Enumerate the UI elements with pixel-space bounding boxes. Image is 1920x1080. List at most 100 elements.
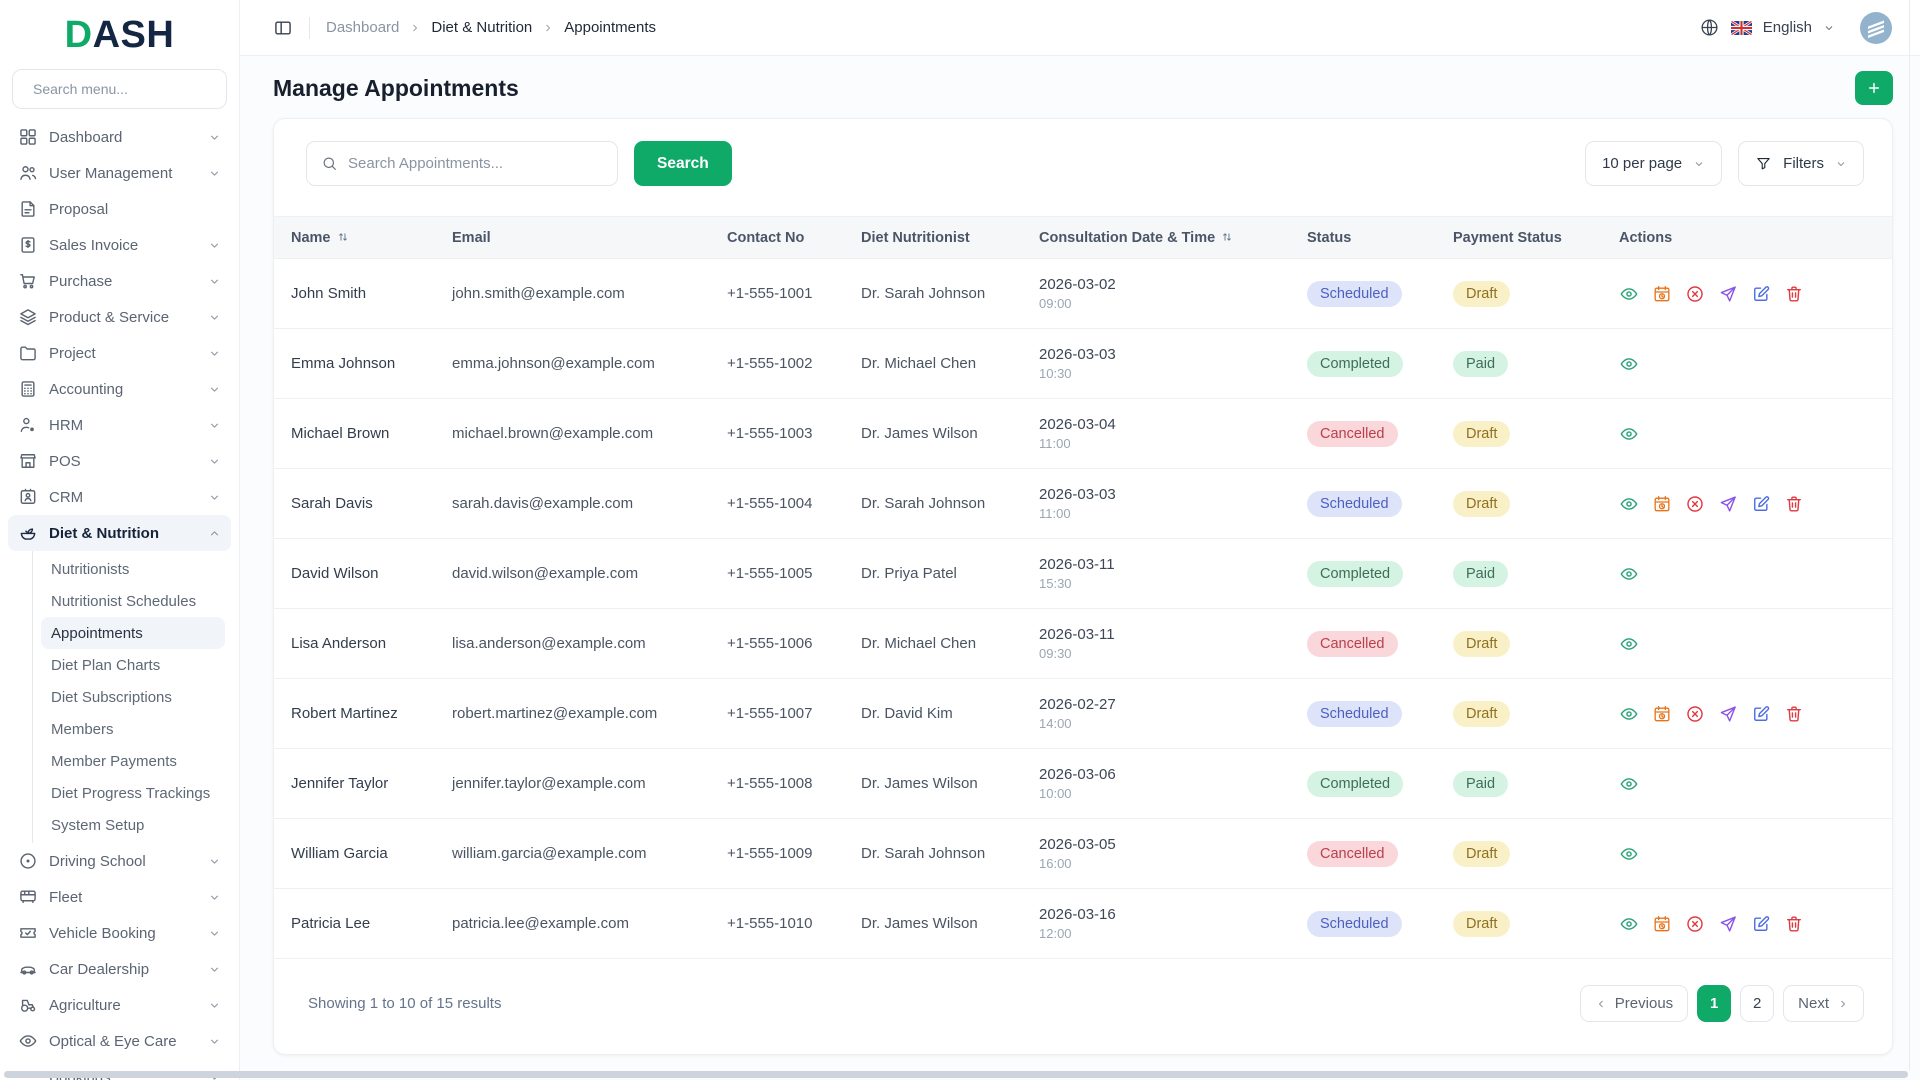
proposal-icon [18, 199, 38, 219]
row-actions [1619, 704, 1884, 724]
column-header-name[interactable]: Name [274, 216, 444, 259]
sidebar-subitem-nutritionist-schedules[interactable]: Nutritionist Schedules [41, 585, 225, 617]
action-send-button[interactable] [1718, 284, 1738, 304]
action-edit-button[interactable] [1751, 914, 1771, 934]
sidebar-item-proposal[interactable]: Proposal [8, 191, 231, 227]
breadcrumb-diet-nutrition[interactable]: Diet & Nutrition [431, 19, 532, 36]
sidebar-subitem-diet-plan-charts[interactable]: Diet Plan Charts [41, 649, 225, 681]
sidebar-item-label: Purchase [49, 272, 113, 290]
add-appointment-button[interactable] [1855, 71, 1893, 105]
page-title: Manage Appointments [273, 74, 519, 101]
page-button-2[interactable]: 2 [1740, 985, 1775, 1022]
action-send-button[interactable] [1718, 704, 1738, 724]
breadcrumb-dashboard[interactable]: Dashboard [326, 19, 399, 36]
sidebar-subitem-diet-subscriptions[interactable]: Diet Subscriptions [41, 681, 225, 713]
car-icon [18, 959, 38, 979]
plus-icon [1866, 80, 1882, 96]
action-view-button[interactable] [1619, 494, 1639, 514]
chevron-down-icon [208, 239, 221, 252]
sidebar-item-dashboard[interactable]: Dashboard [8, 119, 231, 155]
breadcrumb-appointments[interactable]: Appointments [564, 19, 656, 36]
action-delete-button[interactable] [1784, 704, 1804, 724]
sidebar-toggle-icon[interactable] [273, 18, 293, 38]
sidebar-item-optical-eye-care[interactable]: Optical & Eye Care [8, 1023, 231, 1059]
action-view-button[interactable] [1619, 704, 1639, 724]
action-view-button[interactable] [1619, 634, 1639, 654]
next-page-button[interactable]: Next [1783, 985, 1864, 1022]
sidebar-item-product-service[interactable]: Product & Service [8, 299, 231, 335]
action-view-button[interactable] [1619, 564, 1639, 584]
column-header-consultation-date-time[interactable]: Consultation Date & Time [1031, 216, 1299, 259]
action-send-button[interactable] [1718, 494, 1738, 514]
sidebar-item-project[interactable]: Project [8, 335, 231, 371]
action-delete-button[interactable] [1784, 914, 1804, 934]
sidebar-search-input[interactable] [33, 81, 214, 97]
sidebar-item-user-management[interactable]: User Management [8, 155, 231, 191]
action-view-button[interactable] [1619, 914, 1639, 934]
cell-contact-no: +1-555-1001 [719, 258, 853, 329]
action-view-button[interactable] [1619, 424, 1639, 444]
action-delete-button[interactable] [1784, 494, 1804, 514]
previous-page-button[interactable]: Previous [1579, 985, 1689, 1022]
action-edit-button[interactable] [1751, 494, 1771, 514]
sidebar-item-vehicle-booking[interactable]: Vehicle Booking [8, 915, 231, 951]
user-avatar[interactable] [1860, 11, 1892, 44]
per-page-select[interactable]: 10 per page [1585, 141, 1723, 186]
diet-icon [18, 523, 38, 543]
action-reschedule-button[interactable] [1652, 704, 1672, 724]
action-view-button[interactable] [1619, 844, 1639, 864]
action-reschedule-button[interactable] [1652, 914, 1672, 934]
sidebar-subitem-nutritionists[interactable]: Nutritionists [41, 553, 225, 585]
action-cancel-button[interactable] [1685, 704, 1705, 724]
action-view-button[interactable] [1619, 774, 1639, 794]
language-selector[interactable]: English [1763, 19, 1812, 36]
action-send-button[interactable] [1718, 914, 1738, 934]
action-edit-button[interactable] [1751, 704, 1771, 724]
cell-contact-no: +1-555-1010 [719, 888, 853, 959]
action-reschedule-button[interactable] [1652, 494, 1672, 514]
sidebar-item-purchase[interactable]: Purchase [8, 263, 231, 299]
sidebar-subitem-diet-progress-trackings[interactable]: Diet Progress Trackings [41, 777, 225, 809]
sidebar-subitem-members[interactable]: Members [41, 713, 225, 745]
chevron-down-icon [208, 383, 221, 396]
horizontal-scrollbar[interactable] [4, 1071, 1908, 1078]
sidebar-subitem-appointments[interactable]: Appointments [41, 617, 225, 649]
sort-icon[interactable] [1220, 230, 1234, 244]
sidebar-item-accounting[interactable]: Accounting [8, 371, 231, 407]
globe-icon[interactable] [1699, 17, 1720, 38]
action-view-button[interactable] [1619, 354, 1639, 374]
sidebar-item-car-dealership[interactable]: Car Dealership [8, 951, 231, 987]
sidebar-item-label: Sales Invoice [49, 236, 139, 254]
sidebar-item-agriculture[interactable]: Agriculture [8, 987, 231, 1023]
action-edit-button[interactable] [1751, 284, 1771, 304]
search-button[interactable]: Search [634, 141, 732, 186]
sidebar-item-sales-invoice[interactable]: Sales Invoice [8, 227, 231, 263]
cell-contact-no: +1-555-1004 [719, 468, 853, 539]
sidebar-item-pos[interactable]: POS [8, 443, 231, 479]
sidebar-item-hrm[interactable]: HRM [8, 407, 231, 443]
logo-letter-d: D [64, 14, 93, 56]
sidebar: DASH Dashboard User Management Proposal Sal… [0, 0, 240, 1080]
action-reschedule-button[interactable] [1652, 284, 1672, 304]
action-cancel-button[interactable] [1685, 284, 1705, 304]
filters-button[interactable]: Filters [1738, 141, 1864, 186]
sidebar-item-driving-school[interactable]: Driving School [8, 843, 231, 879]
action-cancel-button[interactable] [1685, 914, 1705, 934]
status-badge: Scheduled [1307, 910, 1402, 937]
chevron-down-icon [208, 1035, 221, 1048]
page-button-1[interactable]: 1 [1697, 985, 1732, 1022]
column-header-status: Status [1299, 216, 1445, 259]
sidebar-item-fleet[interactable]: Fleet [8, 879, 231, 915]
sort-icon[interactable] [336, 230, 350, 244]
appointments-search-input[interactable] [348, 155, 603, 172]
table-row: John Smith john.smith@example.com +1-555-1… [274, 258, 1892, 329]
action-cancel-button[interactable] [1685, 494, 1705, 514]
action-delete-button[interactable] [1784, 284, 1804, 304]
cell-consultation-datetime: 2026-03-03 11:00 [1031, 468, 1299, 539]
sidebar-item-diet-nutrition[interactable]: Diet & Nutrition [8, 515, 231, 551]
sidebar-subitem-member-payments[interactable]: Member Payments [41, 745, 225, 777]
action-view-button[interactable] [1619, 284, 1639, 304]
sidebar-item-crm[interactable]: CRM [8, 479, 231, 515]
app-logo[interactable]: DASH [0, 0, 239, 61]
sidebar-subitem-system-setup[interactable]: System Setup [41, 809, 225, 841]
